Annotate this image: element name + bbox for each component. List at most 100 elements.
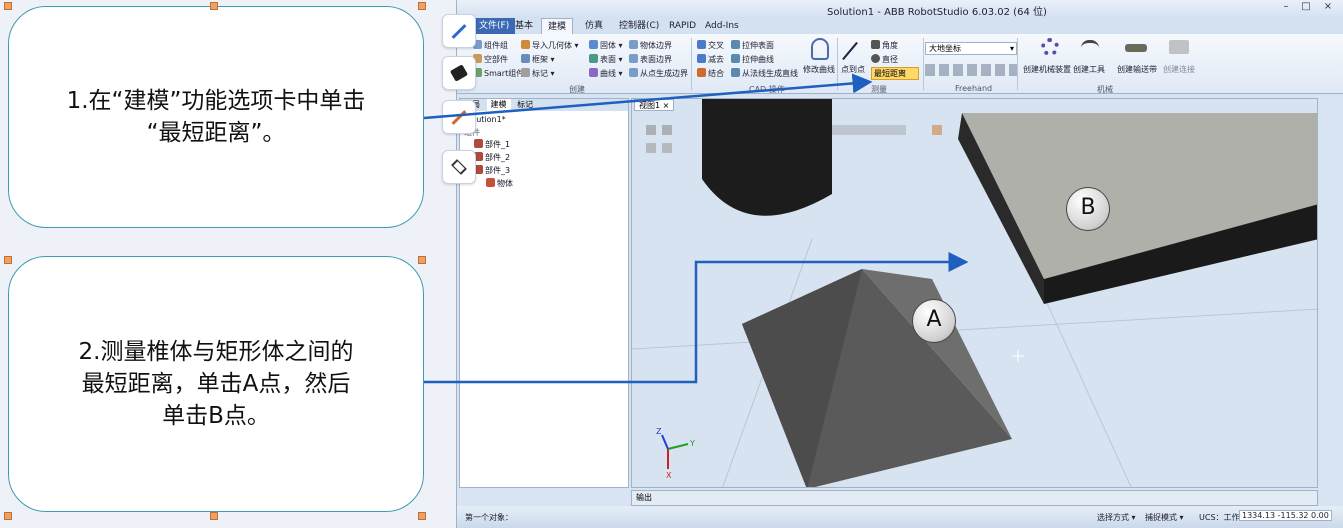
paint-bucket-icon (449, 64, 469, 82)
ribbon-tabs: 文件(F) 基本 建模 仿真 控制器(C) RAPID Add-Ins (457, 18, 1343, 34)
panel-tab-tags[interactable]: 标记 (513, 99, 537, 111)
arrange-button[interactable] (442, 150, 476, 184)
robotstudio-window: Solution1 - ABB RobotStudio 6.03.02 (64 … (456, 0, 1343, 528)
tab-addins[interactable]: Add-Ins (699, 18, 745, 34)
window-title: Solution1 - ABB RobotStudio 6.03.02 (64 … (827, 7, 1047, 18)
layout-panel: 布局 建模 标记 Solution1* 组件 部件_1 部件_2 部件_3 物体 (459, 98, 629, 488)
reference-combo[interactable]: 大地坐标 ▾ (925, 42, 1017, 55)
group-label-freehand: Freehand (955, 84, 993, 93)
callout-step-2: 2.测量椎体与矩形体之间的 最短距离，单击A点，然后 单击B点。 (8, 256, 424, 512)
ribbon-line-from-normal[interactable]: 从法线生成直线 (731, 68, 798, 79)
coordinates-readout: 1334.13 -115.32 0.00 (1239, 510, 1332, 521)
callout-1-line-2: “最短距离”。 (146, 120, 286, 146)
ribbon-point-to-point[interactable]: 点到点 (841, 64, 865, 75)
selection-handle[interactable] (418, 256, 426, 264)
ribbon-extrude-surface[interactable]: 拉伸表面 (731, 40, 774, 51)
pen-tool-button[interactable] (442, 14, 476, 48)
callout-2-line-3: 单击B点。 (162, 403, 270, 429)
tab-modeling[interactable]: 建模 (541, 18, 574, 34)
pen-icon (451, 109, 467, 125)
selection-handle[interactable] (4, 512, 12, 520)
ribbon-separator (1017, 38, 1018, 90)
ribbon-extrude-curve[interactable]: 拉伸曲线 (731, 54, 774, 65)
ribbon-separator (691, 38, 692, 90)
ribbon-tag[interactable]: 标记 ▾ (521, 68, 555, 79)
conveyor-icon (1125, 44, 1147, 52)
output-panel-tab[interactable]: 输出 (631, 490, 1318, 506)
ribbon-create-connection[interactable]: 创建连接 (1163, 64, 1195, 75)
axis-label-y: Y (690, 439, 695, 448)
ribbon-intersect[interactable]: 交叉 (697, 40, 724, 51)
ribbon-surface-border[interactable]: 表面边界 (629, 54, 672, 65)
ribbon-curve[interactable]: 曲线 ▾ (589, 68, 623, 79)
ribbon-body-border[interactable]: 物体边界 (629, 40, 672, 51)
ribbon-create-mechanism[interactable]: 创建机械装置 (1023, 64, 1071, 75)
tab-rapid[interactable]: RAPID (663, 18, 702, 34)
ribbon-create-conveyor[interactable]: 创建输送带 (1117, 64, 1157, 75)
ribbon-smart-component[interactable]: Smart组件 (473, 68, 524, 79)
selection-handle[interactable] (418, 2, 426, 10)
ribbon-border-from-points[interactable]: 从点生成边界 (629, 68, 688, 79)
tool-icon (1081, 40, 1099, 54)
selection-handle[interactable] (4, 2, 12, 10)
status-message: 第一个对象： (465, 513, 513, 522)
fill-tool-button[interactable] (442, 56, 476, 90)
ribbon: 组件组 空部件 Smart组件 导入几何体 ▾ 框架 ▾ 标记 ▾ 固体 ▾ 表… (457, 34, 1343, 94)
selection-handle[interactable] (4, 256, 12, 264)
ribbon-surface[interactable]: 表面 ▾ (589, 54, 623, 65)
status-bar: 第一个对象： 选择方式 ▾ 捕捉模式 ▾ UCS：工作站 1334.13 -11… (457, 506, 1343, 528)
connection-icon (1169, 40, 1189, 54)
group-label-measure: 测量 (871, 85, 887, 94)
callout-1-line-1: 1.在“建模”功能选项卡中单击 (66, 88, 366, 114)
ribbon-frame[interactable]: 框架 ▾ (521, 54, 555, 65)
line-color-button[interactable] (442, 100, 476, 134)
layers-icon (451, 159, 467, 175)
ribbon-create-tool[interactable]: 创建工具 (1073, 64, 1105, 75)
tree-item-part-2[interactable]: 部件_2 (474, 152, 510, 163)
ribbon-union[interactable]: 结合 (697, 68, 724, 79)
ribbon-separator (923, 38, 924, 90)
gear-icon (1041, 38, 1059, 56)
axis-label-z: Z (656, 427, 662, 436)
tree-item-body[interactable]: 物体 (486, 178, 513, 189)
tab-controller[interactable]: 控制器(C) (613, 18, 665, 34)
tree-item-part-1[interactable]: 部件_1 (474, 139, 510, 150)
callout-2-line-1: 2.测量椎体与矩形体之间的 (78, 339, 354, 365)
ribbon-diameter[interactable]: 直径 (871, 54, 898, 65)
point-label-b: B (1066, 187, 1110, 231)
title-bar: Solution1 - ABB RobotStudio 6.03.02 (64 … (457, 0, 1343, 18)
ribbon-import-geometry[interactable]: 导入几何体 ▾ (521, 40, 579, 51)
selection-handle[interactable] (210, 2, 218, 10)
selection-handle[interactable] (418, 512, 426, 520)
viewport-tab[interactable]: 视图1 × (634, 99, 675, 111)
point-to-point-icon (842, 41, 858, 61)
ribbon-modify-curve[interactable]: 修改曲线 (803, 64, 835, 75)
modify-curve-icon (811, 38, 829, 60)
selection-mode[interactable]: 选择方式 ▾ (1097, 512, 1136, 523)
panel-tab-modeling[interactable]: 建模 (486, 99, 511, 111)
maximize-button[interactable]: □ (1297, 1, 1315, 15)
ribbon-empty-part[interactable]: 空部件 (473, 54, 508, 65)
pen-icon (451, 23, 467, 39)
view-3d[interactable]: 视图1 × X Y Z A B (631, 98, 1318, 488)
ribbon-solid[interactable]: 固体 ▾ (589, 40, 623, 51)
tab-simulation[interactable]: 仿真 (579, 18, 609, 34)
minimize-button[interactable]: – (1277, 1, 1295, 15)
group-label-cad: CAD 操作 (749, 85, 785, 94)
shortest-distance-button[interactable]: 最短距离 (871, 67, 919, 80)
ribbon-subtract[interactable]: 减去 (697, 54, 724, 65)
snap-mode[interactable]: 捕捉模式 ▾ (1145, 512, 1184, 523)
ribbon-separator (837, 38, 838, 90)
tab-home[interactable]: 基本 (509, 18, 539, 34)
ribbon-component-group[interactable]: 组件组 (473, 40, 508, 51)
panel-tabs: 布局 建模 标记 (460, 99, 628, 111)
freehand-tools-icon (925, 64, 1017, 76)
point-label-a: A (912, 299, 956, 343)
close-button[interactable]: × (1319, 1, 1337, 15)
view-toolbar (646, 125, 1092, 153)
tree-item-part-3[interactable]: 部件_3 (474, 165, 510, 176)
callout-2-line-2: 最短距离，单击A点，然后 (81, 371, 351, 397)
selection-handle[interactable] (210, 512, 218, 520)
ribbon-angle[interactable]: 角度 (871, 40, 898, 51)
axis-label-x: X (666, 471, 672, 480)
